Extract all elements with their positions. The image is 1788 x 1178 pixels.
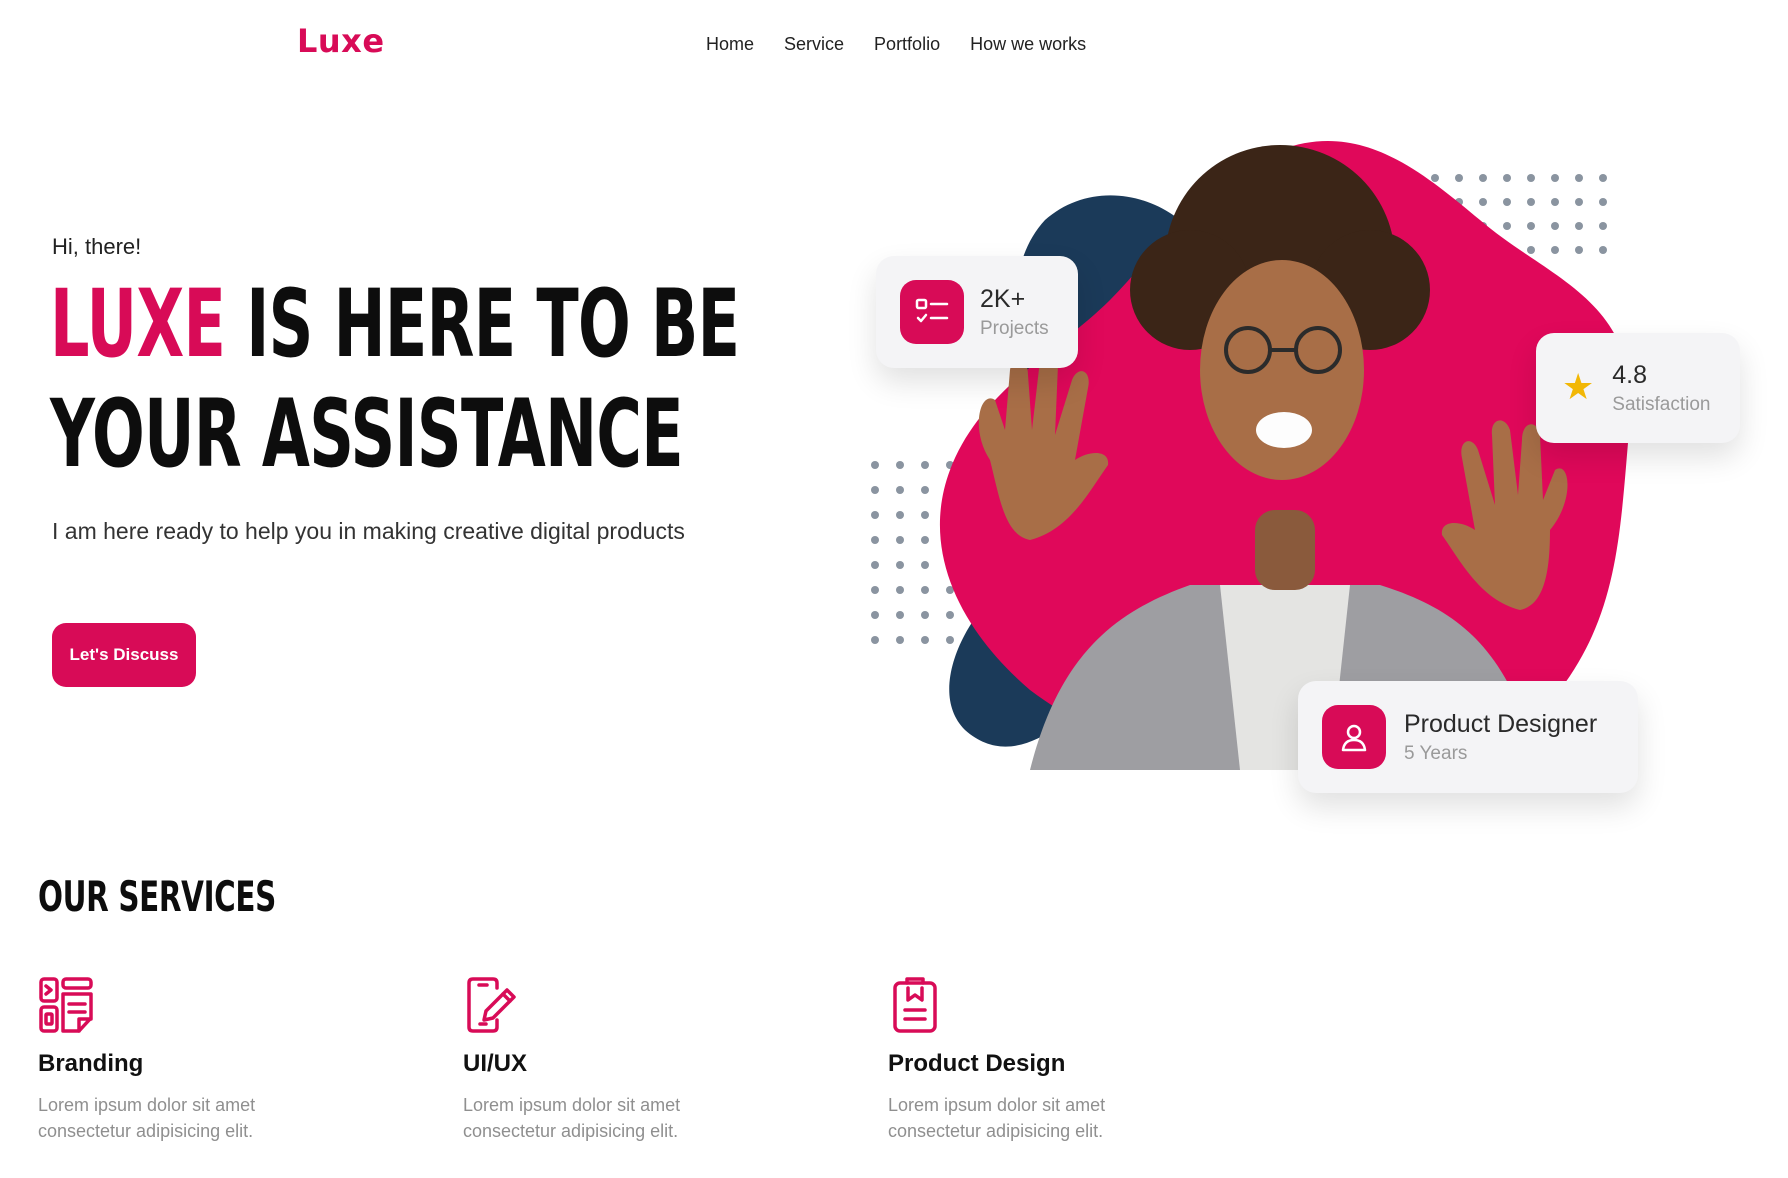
main-nav: Home Service Portfolio How we works — [706, 34, 1086, 55]
service-desc-line1: Lorem ipsum dolor sit amet — [463, 1095, 681, 1115]
checklist-icon — [900, 280, 964, 344]
headline-accent: LUXE — [50, 270, 226, 379]
hero-headline: LUXE IS HERE TO BE YOUR ASSISTANCE — [50, 270, 740, 490]
service-title: UI/UX — [463, 1050, 528, 1077]
site-logo[interactable]: Luxe — [297, 22, 385, 60]
projects-stat-card: 2K+ Projects — [876, 256, 1078, 368]
lets-discuss-button[interactable]: Let's Discuss — [52, 623, 196, 687]
hero-subtitle: I am here ready to help you in making cr… — [52, 518, 685, 544]
rating-label: Satisfaction — [1612, 393, 1711, 415]
star-icon: ★ — [1562, 367, 1595, 408]
projects-value: 2K+ — [980, 284, 1026, 313]
service-desc-line2: consectetur adipisicing elit. — [463, 1121, 679, 1141]
projects-label: Projects — [980, 317, 1049, 339]
service-desc-line1: Lorem ipsum dolor sit amet — [38, 1095, 256, 1115]
service-description: Lorem ipsum dolor sit amet consectetur a… — [38, 1092, 308, 1144]
headline-line1-rest: IS HERE TO BE — [225, 270, 740, 379]
headline-line2: YOUR ASSISTANCE — [50, 380, 684, 489]
role-years: 5 Years — [1404, 742, 1468, 764]
service-desc-line2: consectetur adipisicing elit. — [888, 1121, 1104, 1141]
service-desc-line1: Lorem ipsum dolor sit amet — [888, 1095, 1106, 1115]
rating-value: 4.8 — [1612, 360, 1648, 389]
service-ui-ux: UI/UX Lorem ipsum dolor sit amet consect… — [463, 976, 803, 1144]
phone-pen-icon — [467, 977, 516, 1033]
service-title: Product Design — [888, 1050, 1066, 1077]
branding-layout-icon — [39, 977, 93, 1033]
services-heading: OUR SERVICES — [38, 872, 276, 921]
role-title: Product Designer — [1404, 709, 1598, 738]
clipboard-icon — [893, 977, 937, 1033]
dot-grid-left — [871, 461, 954, 644]
nav-service[interactable]: Service — [784, 34, 844, 55]
satisfaction-stat-card: ★ 4.8 Satisfaction — [1536, 333, 1740, 443]
nav-portfolio[interactable]: Portfolio — [874, 34, 940, 55]
service-description: Lorem ipsum dolor sit amet consectetur a… — [463, 1092, 733, 1144]
user-icon — [1322, 705, 1386, 769]
service-description: Lorem ipsum dolor sit amet consectetur a… — [888, 1092, 1158, 1144]
nav-how-we-works[interactable]: How we works — [970, 34, 1086, 55]
service-desc-line2: consectetur adipisicing elit. — [38, 1121, 254, 1141]
role-stat-card: Product Designer 5 Years — [1298, 681, 1638, 793]
hero-greeting: Hi, there! — [52, 234, 142, 259]
service-branding: Branding Lorem ipsum dolor sit amet cons… — [38, 976, 378, 1144]
service-title: Branding — [38, 1050, 144, 1077]
service-product-design: Product Design Lorem ipsum dolor sit ame… — [888, 976, 1228, 1144]
nav-home[interactable]: Home — [706, 34, 754, 55]
